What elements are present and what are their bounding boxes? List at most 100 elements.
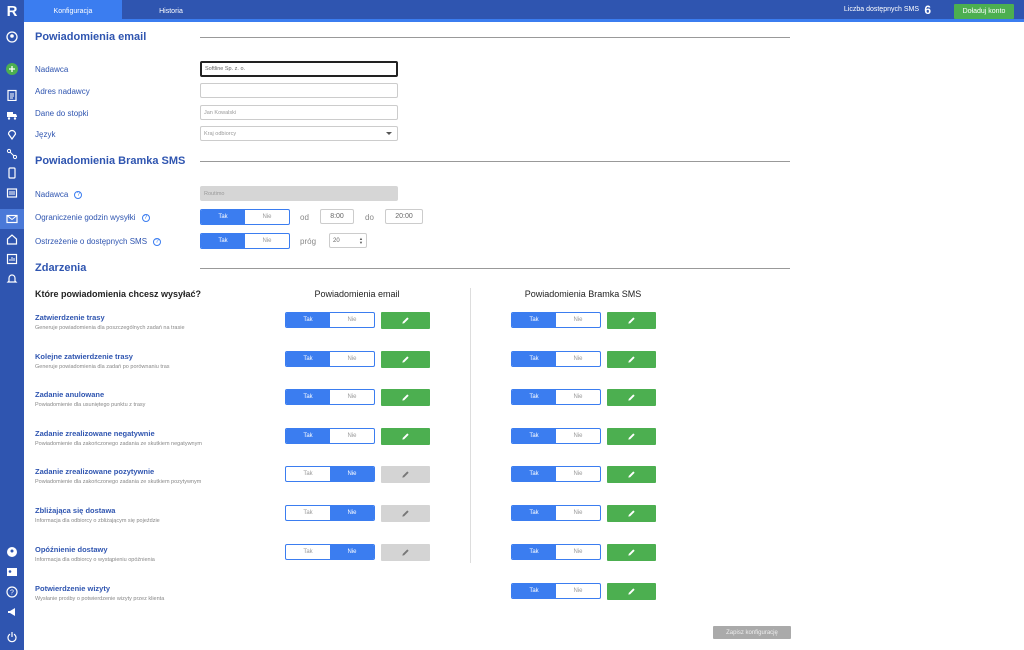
toggle-no[interactable]: Nie [245,210,289,224]
email-toggle[interactable]: Tak Nie [285,544,375,560]
tab-konfiguracja[interactable]: Konfiguracja [24,0,122,22]
toggle-yes[interactable]: Tak [286,313,330,327]
toggle-yes[interactable]: Tak [512,390,556,404]
sms-toggle[interactable]: Tak Nie [511,505,601,521]
sms-warning-toggle[interactable]: Tak Nie [200,233,290,249]
toggle-yes[interactable]: Tak [286,429,330,443]
clipboard-icon[interactable] [0,86,24,104]
toggle-no[interactable]: Nie [330,352,374,366]
toggle-no[interactable]: Nie [330,506,374,520]
sms-edit-button[interactable] [607,583,656,600]
toggle-yes[interactable]: Tak [512,584,556,598]
nodes-icon[interactable] [0,145,24,163]
from-time-input[interactable]: 8:00 [320,209,354,224]
toggle-yes[interactable]: Tak [512,506,556,520]
toggle-yes[interactable]: Tak [201,210,245,224]
toggle-no[interactable]: Nie [330,467,374,481]
email-toggle[interactable]: Tak Nie [285,351,375,367]
toggle-no[interactable]: Nie [245,234,289,248]
app-logo[interactable]: R [0,3,24,21]
help-icon[interactable]: ? [0,583,24,601]
mail-icon[interactable] [0,209,24,229]
home-icon[interactable] [0,230,24,248]
email-toggle[interactable]: Tak Nie [285,428,375,444]
hours-limit-toggle[interactable]: Tak Nie [200,209,290,225]
sms-edit-button[interactable] [607,312,656,329]
topup-button[interactable]: Doładuj konto [954,4,1014,19]
toggle-no[interactable]: Nie [330,313,374,327]
sms-edit-button[interactable] [607,466,656,483]
email-toggle[interactable]: Tak Nie [285,389,375,405]
toggle-no[interactable]: Nie [556,545,600,559]
email-edit-button[interactable] [381,389,430,406]
sms-edit-button[interactable] [607,505,656,522]
toggle-no[interactable]: Nie [556,506,600,520]
to-time-input[interactable]: 20:00 [385,209,423,224]
user-group-icon[interactable] [0,543,24,561]
truck-icon[interactable] [0,106,24,124]
sms-edit-button[interactable] [607,351,656,368]
routes-icon[interactable] [0,60,24,78]
toggle-no[interactable]: Nie [556,313,600,327]
toggle-no[interactable]: Nie [556,467,600,481]
help-icon[interactable]: ? [141,213,150,222]
sms-toggle[interactable]: Tak Nie [511,389,601,405]
report-icon[interactable] [0,250,24,268]
email-edit-button[interactable] [381,312,430,329]
toggle-no[interactable]: Nie [330,390,374,404]
sms-toggle[interactable]: Tak Nie [511,428,601,444]
toggle-yes[interactable]: Tak [512,352,556,366]
toggle-yes[interactable]: Tak [286,545,330,559]
toggle-no[interactable]: Nie [556,352,600,366]
bell-icon[interactable] [0,270,24,288]
sms-toggle[interactable]: Tak Nie [511,466,601,482]
toggle-yes[interactable]: Tak [286,390,330,404]
sms-toggle[interactable]: Tak Nie [511,351,601,367]
sms-edit-button[interactable] [607,428,656,445]
sms-toggle[interactable]: Tak Nie [511,312,601,328]
toggle-yes[interactable]: Tak [512,313,556,327]
megaphone-icon[interactable] [0,603,24,621]
footer-data-input[interactable]: Jan Kowalski [200,105,398,120]
sms-column-header: Powiadomienia Bramka SMS [524,289,642,299]
threshold-input[interactable]: 20 ▲ ▼ [329,233,367,248]
sms-toggle[interactable]: Tak Nie [511,544,601,560]
user-circle-icon[interactable] [0,28,24,46]
email-toggle[interactable]: Tak Nie [285,505,375,521]
stepper-icon[interactable]: ▲ ▼ [359,237,363,245]
sms-toggle[interactable]: Tak Nie [511,583,601,599]
toggle-no[interactable]: Nie [556,429,600,443]
toggle-yes[interactable]: Tak [286,467,330,481]
toggle-yes[interactable]: Tak [286,506,330,520]
toggle-no[interactable]: Nie [330,429,374,443]
language-select[interactable]: Kraj odbiorcy [200,126,398,141]
help-icon[interactable]: ? [153,237,162,246]
help-icon[interactable]: ? [74,190,83,199]
toggle-yes[interactable]: Tak [512,545,556,559]
toggle-yes[interactable]: Tak [512,429,556,443]
toggle-yes[interactable]: Tak [512,467,556,481]
toggle-yes[interactable]: Tak [201,234,245,248]
email-toggle[interactable]: Tak Nie [285,466,375,482]
toggle-no[interactable]: Nie [556,390,600,404]
toggle-no[interactable]: Nie [330,545,374,559]
email-edit-button[interactable] [381,351,430,368]
email-edit-button[interactable] [381,428,430,445]
toggle-no[interactable]: Nie [556,584,600,598]
contacts-icon[interactable] [0,563,24,581]
toggle-yes[interactable]: Tak [286,352,330,366]
sender-address-input[interactable] [200,83,398,98]
sms-edit-button[interactable] [607,389,656,406]
sender-input[interactable]: Softline Sp. z. o. [200,61,398,77]
sms-edit-button[interactable] [607,544,656,561]
sms-warning-label-text: Ostrzeżenie o dostępnych SMS [35,237,148,246]
id-card-icon[interactable] [0,184,24,202]
email-toggle[interactable]: Tak Nie [285,312,375,328]
sms-sender-label: Nadawca? [35,190,83,199]
save-configuration-button[interactable]: Zapisz konfigurację [713,626,791,639]
location-pin-icon[interactable] [0,125,24,143]
mobile-icon[interactable] [0,164,24,182]
power-icon[interactable] [0,628,24,646]
divider [200,268,790,269]
tab-historia[interactable]: Historia [122,0,220,22]
